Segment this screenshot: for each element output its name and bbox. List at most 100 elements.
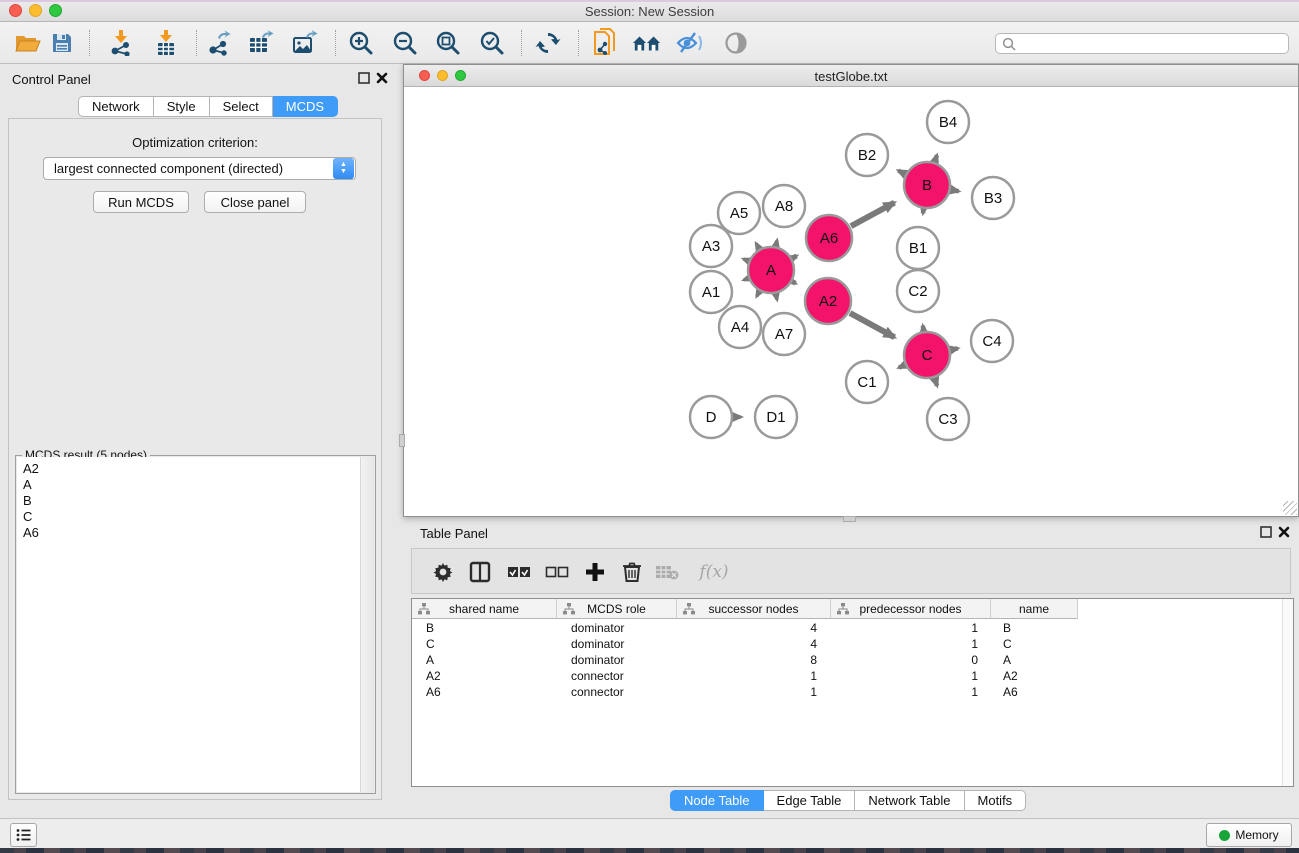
export-network-icon[interactable] [204, 29, 234, 57]
deselect-all-checkboxes-icon[interactable] [542, 558, 572, 586]
node-D1[interactable]: D1 [755, 396, 797, 438]
node-A6[interactable]: A6 [806, 215, 852, 261]
table-cell[interactable]: 1 [831, 637, 991, 653]
table-row[interactable]: Bdominator41B [412, 621, 1293, 637]
edge-B-B2[interactable] [898, 171, 904, 174]
table-cell[interactable]: 4 [677, 637, 831, 653]
zoom-selected-icon[interactable] [477, 29, 507, 57]
table-cell[interactable]: A [991, 653, 1078, 669]
table-cell[interactable]: 1 [831, 669, 991, 685]
vertical-splitter-handle[interactable] [399, 434, 405, 447]
table-cell[interactable]: dominator [557, 621, 677, 637]
refresh-icon[interactable] [533, 29, 563, 57]
tab-mcds[interactable]: MCDS [273, 96, 338, 117]
table-cell[interactable]: connector [557, 669, 677, 685]
table-cell[interactable]: B [991, 621, 1078, 637]
delete-table-icon[interactable] [652, 558, 682, 586]
tab-node-table[interactable]: Node Table [670, 790, 764, 811]
table-cell[interactable]: dominator [557, 653, 677, 669]
node-B2[interactable]: B2 [846, 134, 888, 176]
edge-A-A2[interactable] [793, 282, 796, 283]
edge-B-B4[interactable] [935, 155, 937, 161]
columns-icon[interactable] [465, 558, 495, 586]
close-panel-button[interactable]: Close panel [204, 191, 306, 213]
select-all-checkboxes-icon[interactable] [504, 558, 534, 586]
node-A3[interactable]: A3 [690, 225, 732, 267]
table-row[interactable]: Adominator80A [412, 653, 1293, 669]
memory-button[interactable]: Memory [1206, 823, 1292, 847]
search-input-field[interactable] [1020, 37, 1288, 51]
edge-A6-B[interactable] [851, 203, 894, 227]
node-A2[interactable]: A2 [805, 278, 851, 324]
node-C[interactable]: C [904, 332, 950, 378]
node-A[interactable]: A [748, 247, 794, 293]
node-B3[interactable]: B3 [972, 177, 1014, 219]
first-neighbors-icon[interactable] [632, 29, 662, 57]
mcds-result-item[interactable]: A2 [23, 461, 360, 477]
node-B[interactable]: B [904, 162, 950, 208]
edge-B-B3[interactable] [952, 190, 959, 191]
column-header-shared-name[interactable]: shared name [412, 599, 557, 619]
table-cell[interactable]: A2 [991, 669, 1078, 685]
table-cell[interactable]: A6 [991, 685, 1078, 701]
delete-icon[interactable] [617, 558, 647, 586]
mcds-result-item[interactable]: B [23, 493, 360, 509]
import-network-icon[interactable] [106, 29, 136, 57]
edge-A-A4[interactable] [757, 292, 759, 296]
edge-B-B1[interactable] [923, 210, 924, 214]
node-C2[interactable]: C2 [897, 270, 939, 312]
open-folder-icon[interactable] [13, 29, 43, 57]
table-cell[interactable]: 1 [677, 685, 831, 701]
column-header-successor-nodes[interactable]: successor nodes [677, 599, 831, 619]
hide-selected-icon[interactable] [675, 29, 705, 57]
network-window-titlebar[interactable]: testGlobe.txt [404, 65, 1298, 87]
edge-A2-C[interactable] [850, 313, 895, 337]
mcds-result-scrollbar[interactable] [361, 457, 374, 792]
mcds-result-item[interactable]: A6 [23, 525, 360, 541]
export-table-icon[interactable] [246, 29, 276, 57]
edge-A-A1[interactable] [744, 279, 748, 280]
edge-A-A8[interactable] [776, 240, 777, 245]
add-column-icon[interactable] [580, 558, 610, 586]
resize-grip-icon[interactable] [1283, 501, 1297, 515]
edge-A-A3[interactable] [743, 259, 747, 261]
table-cell[interactable]: A [412, 653, 557, 669]
edge-A-A6[interactable] [793, 256, 797, 258]
node-A1[interactable]: A1 [690, 271, 732, 313]
table-cell[interactable]: B [412, 621, 557, 637]
export-image-icon[interactable] [290, 29, 320, 57]
zoom-out-icon[interactable] [390, 29, 420, 57]
table-cell[interactable]: A2 [412, 669, 557, 685]
float-table-panel-icon[interactable] [1260, 526, 1272, 538]
criterion-select[interactable]: largest connected component (directed) ▲… [43, 157, 356, 180]
edge-C-C1[interactable] [899, 365, 904, 367]
column-header-name[interactable]: name [991, 599, 1078, 619]
table-cell[interactable]: 1 [831, 685, 991, 701]
mcds-result-list[interactable]: A2ABCA6 [17, 457, 361, 792]
tab-motifs[interactable]: Motifs [965, 790, 1027, 811]
table-cell[interactable]: C [412, 637, 557, 653]
zoom-fit-icon[interactable] [433, 29, 463, 57]
close-table-panel-icon[interactable] [1278, 526, 1290, 538]
task-history-button[interactable] [10, 823, 37, 847]
table-cell[interactable]: dominator [557, 637, 677, 653]
table-cell[interactable]: 1 [831, 621, 991, 637]
save-floppy-icon[interactable] [47, 29, 77, 57]
close-panel-icon[interactable] [376, 72, 388, 84]
table-cell[interactable]: connector [557, 685, 677, 701]
edge-C-C2[interactable] [923, 326, 924, 331]
edge-C-C3[interactable] [935, 379, 937, 386]
table-cell[interactable]: 4 [677, 621, 831, 637]
table-row[interactable]: A6connector11A6 [412, 685, 1293, 701]
table-cell[interactable]: 0 [831, 653, 991, 669]
edge-A-A5[interactable] [756, 244, 759, 249]
tab-select[interactable]: Select [210, 96, 273, 117]
table-cell[interactable]: 8 [677, 653, 831, 669]
zoom-in-icon[interactable] [346, 29, 376, 57]
new-network-from-selection-icon[interactable] [590, 29, 620, 57]
node-A8[interactable]: A8 [763, 185, 805, 227]
edge-C-C4[interactable] [951, 348, 957, 349]
node-C3[interactable]: C3 [927, 398, 969, 440]
table-cell[interactable]: A6 [412, 685, 557, 701]
column-header-predecessor-nodes[interactable]: predecessor nodes [831, 599, 991, 619]
